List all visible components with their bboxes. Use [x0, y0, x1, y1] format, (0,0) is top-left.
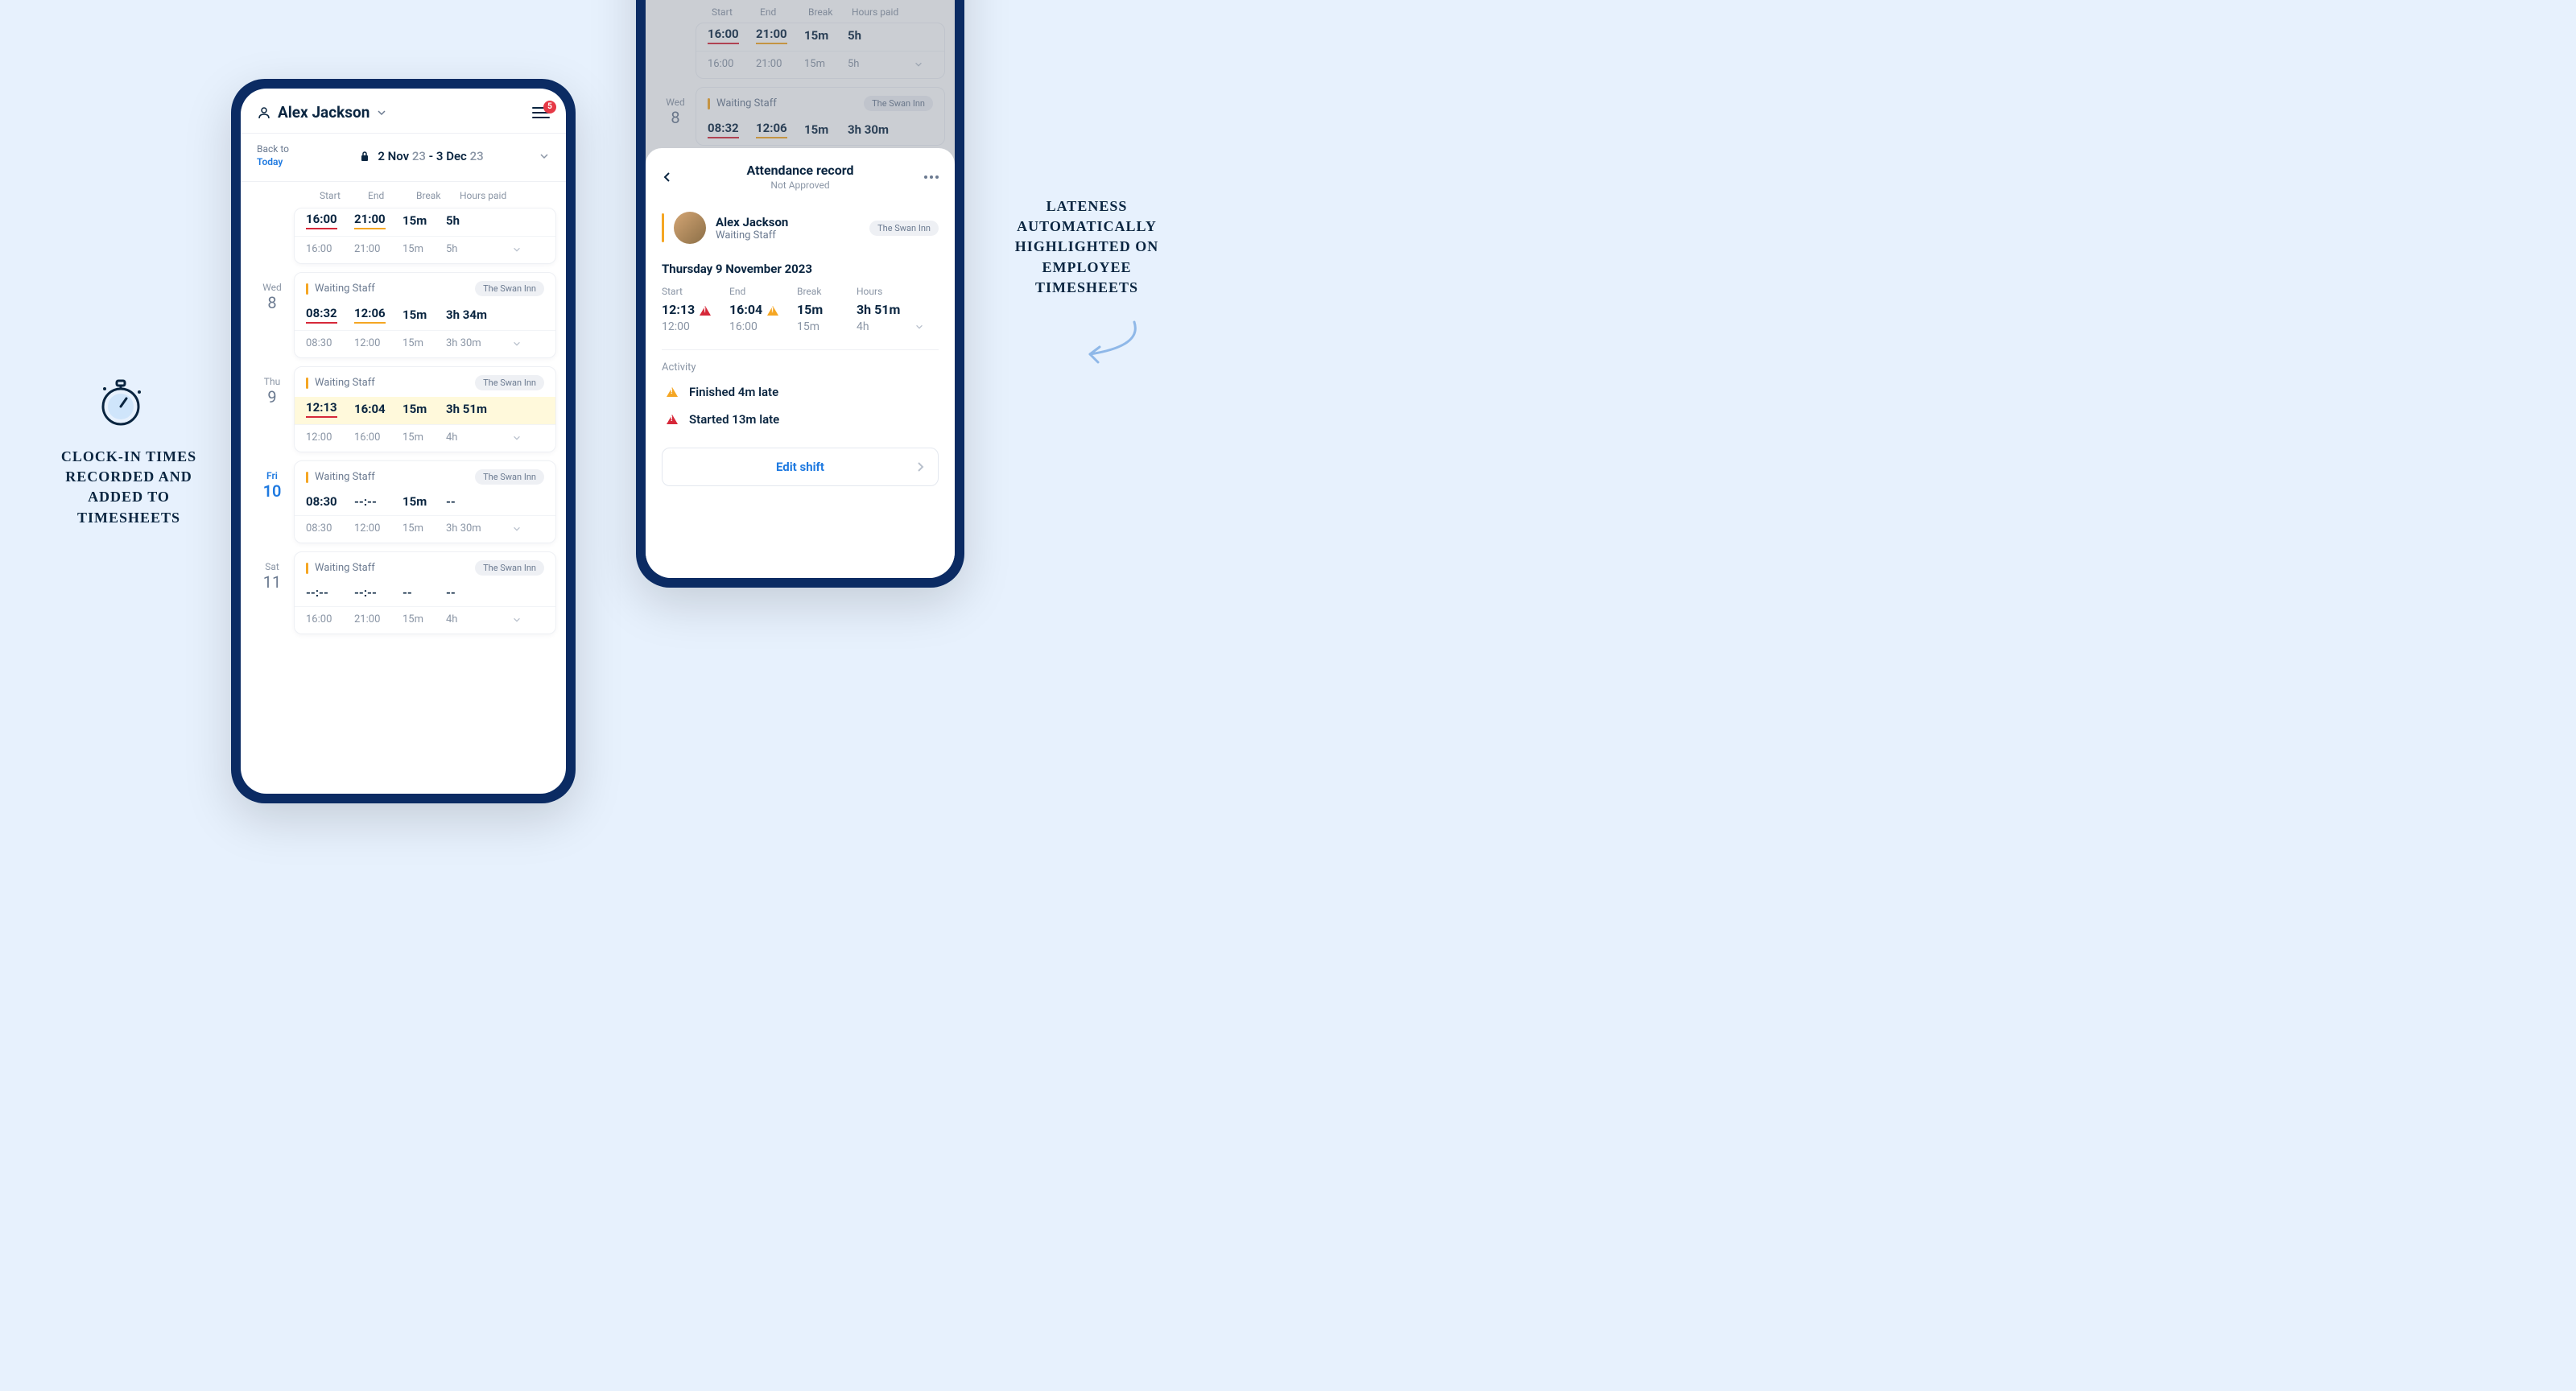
actual-times: 12:13 16:04 15m 3h 51m — [646, 300, 955, 319]
role-label: Waiting Staff — [306, 562, 375, 574]
approval-status: Not Approved — [681, 180, 919, 191]
venue-badge: The Swan Inn — [475, 375, 544, 390]
day-label[interactable]: Sat11 — [250, 551, 294, 634]
scheduled-times: 12:00 16:00 15m 4h — [646, 319, 955, 345]
arrow-icon — [1074, 318, 1146, 366]
employee-role: Waiting Staff — [716, 229, 788, 241]
phone-timesheet: Alex Jackson 5 Back to Today 2 Nov 23 - … — [231, 79, 576, 803]
venue-badge: The Swan Inn — [475, 469, 544, 485]
scheduled-times: 16:0021:0015m5h — [295, 236, 555, 263]
actual-times: 12:1316:0415m3h 51m — [295, 397, 555, 424]
activity-item: Finished 4m late — [646, 378, 955, 406]
venue-badge: The Swan Inn — [475, 281, 544, 296]
back-to-today-link[interactable]: Back to Today — [257, 143, 305, 168]
day-row: 16:0021:0015m5h16:0021:0015m5h — [241, 208, 566, 272]
shift-card[interactable]: Waiting Staff The Swan Inn 12:1316:0415m3h… — [294, 366, 556, 452]
chevron-down-icon[interactable] — [512, 524, 522, 534]
day-row: Sat11 Waiting Staff The Swan Inn --:----:--… — [241, 551, 566, 642]
attendance-sheet: Attendance record Not Approved Alex Jack… — [646, 148, 955, 578]
employee-name: Alex Jackson — [716, 215, 788, 229]
person-icon — [257, 105, 271, 120]
scheduled-times: 08:3012:0015m3h 30m — [295, 515, 555, 543]
shift-card[interactable]: Waiting Staff The Swan Inn --:----:------1… — [294, 551, 556, 634]
shift-card[interactable]: Waiting Staff The Swan Inn 08:30--:--15m--… — [294, 460, 556, 543]
chevron-right-icon — [917, 461, 925, 473]
day-row: Thu9 Waiting Staff The Swan Inn 12:1316:041… — [241, 366, 566, 460]
warning-orange-icon — [667, 387, 678, 397]
back-button[interactable] — [662, 171, 673, 183]
employee-row: Alex Jackson Waiting Staff The Swan Inn — [646, 202, 955, 254]
role-color-bar — [662, 213, 664, 242]
venue-badge: The Swan Inn — [475, 560, 544, 576]
chevron-down-icon[interactable] — [512, 339, 522, 349]
menu-button[interactable]: 5 — [532, 107, 550, 118]
warning-red-icon — [667, 415, 678, 424]
column-headers: Start End Break Hours paid — [241, 182, 566, 208]
chevron-down-icon[interactable] — [539, 151, 550, 162]
activity-label: Activity — [646, 355, 955, 378]
role-label: Waiting Staff — [306, 471, 375, 483]
chevron-down-icon — [376, 107, 387, 118]
actual-times: 08:30--:--15m-- — [295, 491, 555, 515]
day-label[interactable] — [250, 208, 294, 264]
day-row: Wed8 Waiting Staff The Swan Inn 08:3212:061… — [241, 272, 566, 366]
lock-icon — [360, 151, 369, 162]
chevron-down-icon[interactable] — [512, 433, 522, 443]
more-button[interactable] — [924, 175, 939, 179]
date-range-picker[interactable]: 2 Nov 23 - 3 Dec 23 — [305, 149, 539, 163]
scheduled-times: 08:3012:0015m3h 30m — [295, 330, 555, 357]
role-label: Waiting Staff — [306, 377, 375, 389]
day-label[interactable]: Fri10 — [250, 460, 294, 543]
warning-red-icon — [700, 306, 711, 316]
sheet-title: Attendance record — [681, 163, 919, 178]
notification-badge: 5 — [543, 101, 556, 114]
actual-times: 08:3212:0615m3h 34m — [295, 303, 555, 330]
stopwatch-icon — [93, 374, 149, 431]
day-row: Fri10 Waiting Staff The Swan Inn 08:30--:--… — [241, 460, 566, 551]
shift-card[interactable]: 16:0021:0015m5h16:0021:0015m5h — [294, 208, 556, 264]
actual-times: 16:0021:0015m5h — [295, 208, 555, 236]
date-range-bar: Back to Today 2 Nov 23 - 3 Dec 23 — [241, 133, 566, 182]
employee-name: Alex Jackson — [278, 103, 369, 122]
warning-orange-icon — [767, 306, 778, 316]
shift-card[interactable]: Waiting Staff The Swan Inn 08:3212:0615m3h… — [294, 272, 556, 358]
callout-left: Clock-in times recorded and added to tim… — [40, 447, 217, 528]
actual-times: --:----:------ — [295, 582, 555, 606]
venue-badge: The Swan Inn — [869, 221, 939, 236]
scheduled-times: 12:0016:0015m4h — [295, 424, 555, 452]
callout-right: Lateness automatically highlighted on em… — [998, 196, 1175, 298]
role-label: Waiting Staff — [306, 283, 375, 295]
header: Alex Jackson 5 — [241, 89, 566, 133]
employee-selector[interactable]: Alex Jackson — [257, 103, 387, 122]
detail-headers: Start End Break Hours — [646, 279, 955, 300]
day-label[interactable]: Wed8 — [250, 272, 294, 358]
chevron-down-icon[interactable] — [914, 322, 924, 332]
chevron-down-icon[interactable] — [512, 245, 522, 254]
chevron-down-icon[interactable] — [512, 615, 522, 625]
day-label[interactable]: Thu9 — [250, 366, 294, 452]
avatar — [674, 212, 706, 244]
scheduled-times: 16:0021:0015m4h — [295, 606, 555, 634]
shift-date: Thursday 9 November 2023 — [646, 254, 955, 279]
phone-attendance-detail: Start End Break Hours paid 16:0021:0015m… — [636, 0, 964, 588]
edit-shift-button[interactable]: Edit shift — [662, 448, 939, 486]
activity-item: Started 13m late — [646, 406, 955, 433]
